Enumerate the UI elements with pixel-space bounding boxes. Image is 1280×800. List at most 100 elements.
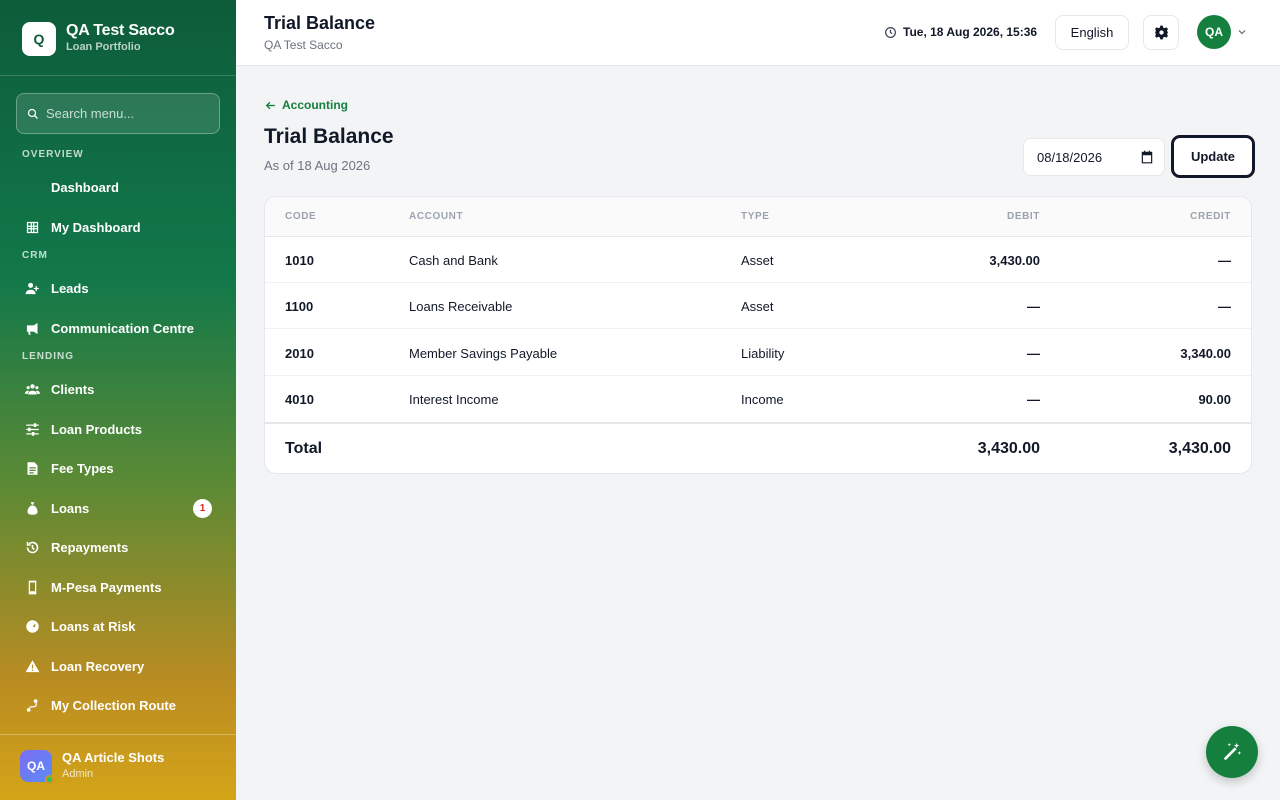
sidebar-item-loan-products[interactable]: Loan Products [16,412,220,446]
column-header-debit: DEBIT [1007,211,1040,222]
cell-credit: 90.00 [1198,392,1231,407]
sidebar: Q QA Test Sacco Loan Portfolio OVERVIEW … [0,0,236,800]
sidebar-item-loans-at-risk[interactable]: Loans at Risk [16,609,220,643]
table-row: 1010 Cash and Bank Asset 3,430.00 — [265,237,1251,283]
column-header-account: ACCOUNT [409,211,464,222]
sidebar-item-label: My Collection Route [51,697,176,713]
total-debit: 3,430.00 [977,440,1040,457]
cell-debit: — [1027,346,1040,361]
sidebar-item-loan-recovery[interactable]: Loan Recovery [16,649,220,683]
column-header-code: CODE [285,211,317,222]
sliders-icon [24,421,40,437]
sidebar-item-dashboard[interactable]: Dashboard [16,170,220,204]
sidebar-item-communication-centre[interactable]: Communication Centre [16,311,220,345]
section-crm: CRM [22,250,48,261]
sidebar-item-fee-types[interactable]: Fee Types [16,451,220,485]
cell-debit: 3,430.00 [989,253,1040,268]
sidebar-item-mpesa-payments[interactable]: M-Pesa Payments [16,570,220,604]
sidebar-item-label: Leads [51,280,89,296]
datetime-text: Tue, 18 Aug 2026, 15:36 [903,25,1038,39]
cell-account: Interest Income [409,392,499,407]
brand-subtitle: Loan Portfolio [66,41,141,53]
brand-header: Q QA Test Sacco Loan Portfolio [0,0,236,76]
top-header: Trial Balance QA Test Sacco Tue, 18 Aug … [236,0,1280,66]
cell-code: 2010 [285,346,314,361]
megaphone-icon [24,320,40,336]
history-icon [24,539,40,555]
table-row: 4010 Interest Income Income — 90.00 [265,376,1251,422]
calendar-icon[interactable] [1140,150,1154,164]
user-profile[interactable]: QA QA Article Shots Admin [0,734,236,800]
brand-title: QA Test Sacco [66,22,175,39]
cell-code: 4010 [285,392,314,407]
page-title: Trial Balance [264,125,394,148]
search-icon [27,108,38,119]
sidebar-item-label: Loan Recovery [51,658,145,674]
cell-type: Asset [741,299,774,314]
update-button[interactable]: Update [1171,135,1255,178]
as-of-date-input[interactable]: 08/18/2026 [1023,138,1165,176]
sidebar-item-leads[interactable]: Leads [16,271,220,305]
search-input[interactable] [46,106,206,121]
table-row: 1100 Loans Receivable Asset — — [265,283,1251,329]
search-box [16,93,220,134]
user-plus-icon [24,280,40,296]
clock-icon [885,26,896,38]
back-to-accounting-link[interactable]: Accounting [264,98,348,112]
sidebar-item-label: M-Pesa Payments [51,579,162,595]
language-selector[interactable]: English [1055,15,1129,50]
user-name: QA Article Shots [62,750,165,765]
cell-code: 1100 [285,299,314,314]
sidebar-item-label: Loans at Risk [51,618,136,634]
sidebar-item-my-dashboard[interactable]: My Dashboard [16,210,220,244]
sidebar-item-repayments[interactable]: Repayments [16,530,220,564]
user-role: Admin [62,768,94,780]
cell-debit: — [1027,299,1040,314]
back-link-label: Accounting [282,98,348,112]
header-title: Trial Balance [264,13,376,33]
settings-button[interactable] [1143,15,1179,50]
sidebar-item-label: Communication Centre [51,320,195,336]
header-avatar[interactable]: QA [1197,15,1231,49]
warning-icon [24,658,40,674]
column-header-type: TYPE [741,211,770,222]
sidebar-item-label: Fee Types [51,460,114,476]
header-subtitle: QA Test Sacco [264,38,343,52]
sidebar-item-clients[interactable]: Clients [16,372,220,406]
total-row: Total 3,430.00 3,430.00 [265,422,1251,473]
cell-account: Cash and Bank [409,253,498,268]
sidebar-item-loans[interactable]: Loans 1 [16,491,220,525]
document-icon [24,460,40,476]
total-label: Total [285,440,323,457]
brand-logo: Q [22,22,56,56]
cell-code: 1010 [285,253,314,268]
section-overview: OVERVIEW [22,149,84,160]
loans-count-badge: 1 [193,498,212,518]
total-credit: 3,430.00 [1168,440,1231,457]
cell-type: Liability [741,346,785,361]
current-datetime: Tue, 18 Aug 2026, 15:36 [884,25,1037,39]
date-value: 08/18/2026 [1037,149,1103,165]
sidebar-item-label: Clients [51,381,95,397]
sidebar-item-label: Dashboard [51,179,119,195]
users-icon [24,381,40,397]
cell-account: Loans Receivable [409,299,513,314]
blank-icon [24,179,40,195]
column-header-credit: CREDIT [1190,211,1231,222]
sidebar-item-label: My Dashboard [51,219,141,235]
cell-type: Income [741,392,784,407]
sidebar-item-label: Loan Products [51,421,143,437]
gear-icon [1154,25,1168,40]
magic-wand-icon [1223,742,1242,761]
page-subtitle: As of 18 Aug 2026 [264,158,371,173]
magic-wand-fab-button[interactable] [1206,726,1258,778]
chevron-down-icon[interactable] [1236,26,1248,38]
table-header: CODE ACCOUNT TYPE DEBIT CREDIT [265,197,1251,237]
mobile-icon [24,579,40,595]
trial-balance-table: CODE ACCOUNT TYPE DEBIT CREDIT 1010 Cash… [264,196,1252,474]
gauge-icon [24,618,40,634]
sidebar-item-my-collection-route[interactable]: My Collection Route [16,688,220,722]
route-icon [24,697,40,713]
money-bag-icon [24,500,40,516]
online-status-indicator [45,775,54,784]
